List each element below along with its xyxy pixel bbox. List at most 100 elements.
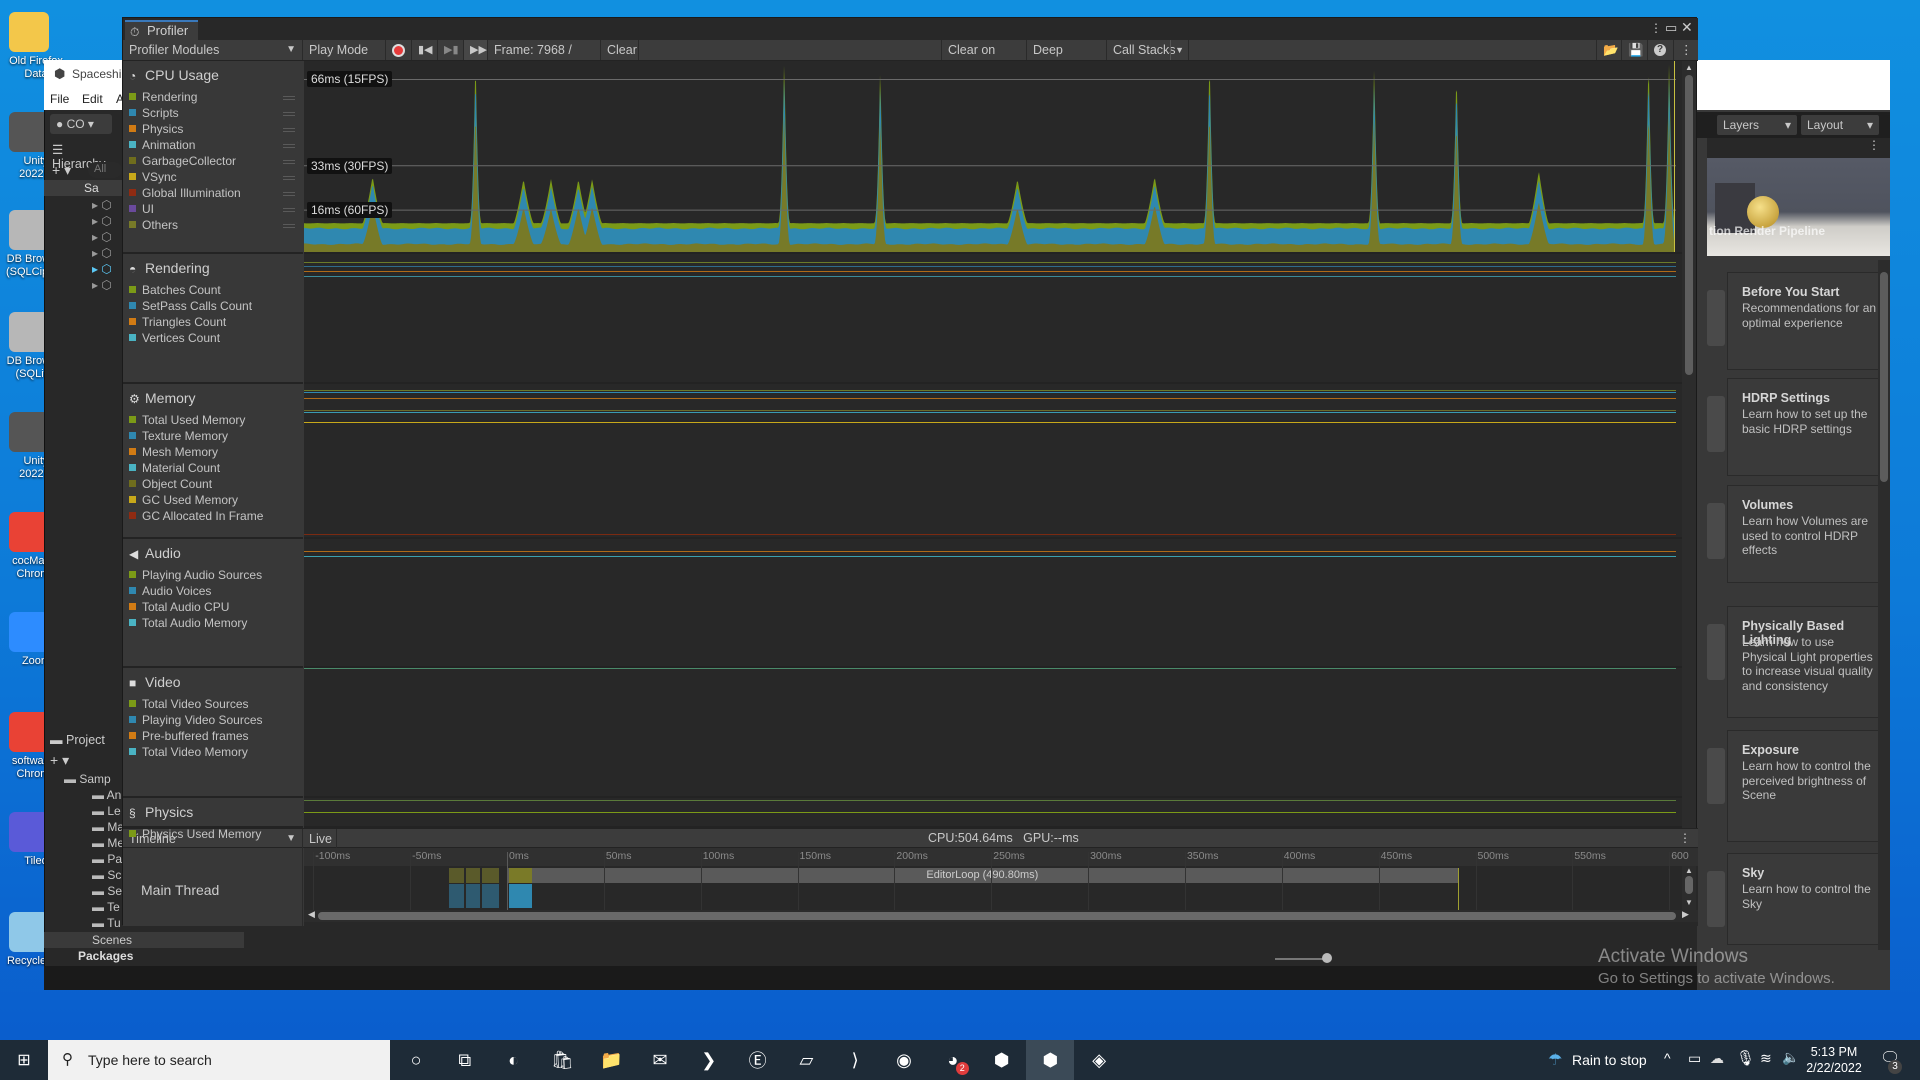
live-toggle[interactable]: Live [303,829,337,849]
profiler-modules-dropdown[interactable]: Profiler Modules ▼ [123,40,303,60]
scroll-left-icon[interactable]: ◀ [308,909,315,920]
project-tab[interactable]: ▬ Project [44,730,122,750]
legend-item[interactable]: Total Video Memory [129,745,248,759]
wifi-icon[interactable]: ≋ [1760,1050,1772,1067]
taskbar-app-firefox[interactable]: ◉ [880,1040,928,1080]
window-more-button[interactable]: ⋮ [1650,21,1662,35]
record-button[interactable] [386,40,412,60]
graph-video[interactable] [304,668,1682,798]
taskbar-app-unity-hub[interactable]: ⬢ [978,1040,1026,1080]
module-audio[interactable]: ◀ Audio Playing Audio Sources Audio Voices T… [123,539,303,668]
legend-item[interactable]: Animation [129,138,295,152]
sample-block[interactable] [481,884,500,908]
legend-item[interactable]: Pre-buffered frames [129,729,249,743]
graph-cpu-usage[interactable]: 66ms (15FPS) 33ms (30FPS) 16ms (60FPS) [304,61,1682,254]
expand-arrow-icon[interactable]: ▸ [92,214,98,228]
legend-item[interactable]: Rendering [129,90,295,104]
next-frame-button[interactable]: ▶▮ [438,40,464,60]
scroll-up-icon[interactable]: ▲ [1685,866,1693,875]
sample-block[interactable] [466,884,480,908]
taskbar-app-unity[interactable]: ⬢ [1026,1040,1075,1080]
legend-item[interactable]: Playing Video Sources [129,713,263,727]
legend-item[interactable]: Global Illumination [129,186,295,200]
legend-item[interactable]: GC Used Memory [129,493,238,507]
weather-text[interactable]: Rain to stop [1572,1052,1647,1068]
panel-more-button[interactable]: ⋮ [1707,138,1890,158]
graph-rendering[interactable] [304,254,1682,384]
clear-on-play-toggle[interactable]: Clear on Play [941,40,1027,77]
taskbar-app-file-explorer[interactable]: 📁 [587,1040,635,1080]
drag-handle-icon[interactable] [283,192,295,196]
tutorial-card[interactable]: Before You Start Recommendations for an o… [1727,272,1882,370]
charts-scrollbar-thumb[interactable] [1685,75,1693,375]
legend-item[interactable]: VSync [129,170,295,184]
expand-arrow-icon[interactable]: ▸ [92,278,98,292]
hierarchy-tab[interactable]: ☰ Hierarchy [48,140,122,171]
legend-item[interactable]: Mesh Memory [129,445,218,459]
module-cpu-usage[interactable]: ◔ CPU Usage Rendering Scripts Physics Animati… [123,61,303,254]
layout-dropdown[interactable]: Layout ▾ [1801,115,1879,135]
expand-arrow-icon[interactable]: ▸ [92,230,98,244]
details-more-button[interactable]: ⋮ [1679,831,1691,845]
save-button[interactable]: 💾 [1622,40,1648,60]
legend-item[interactable]: Total Audio CPU [129,600,229,614]
folder-scenes[interactable]: Scenes [44,932,244,948]
legend-item[interactable]: Total Video Sources [129,697,249,711]
sample-block[interactable] [481,868,500,883]
taskbar-app-store[interactable]: 🛍 [538,1040,586,1080]
project-folder[interactable]: ▬ Samp [64,772,111,786]
taskbar-app-vscode[interactable]: ⟩ [831,1040,879,1080]
project-folder[interactable]: ▬ An [92,788,121,802]
legend-item[interactable]: Physics [129,122,295,136]
taskbar-app-edge[interactable]: ◐ [490,1040,538,1080]
expand-arrow-icon[interactable]: ▸ [92,246,98,260]
zoom-slider-thumb[interactable] [1322,953,1332,963]
profiler-tab[interactable]: ⏱ Profiler [125,20,199,40]
project-folder[interactable]: ▬ Se [92,884,122,898]
graph-physics[interactable] [304,798,1682,828]
play-mode-dropdown[interactable]: Play Mode ▼ [303,40,386,76]
legend-item[interactable]: Audio Voices [129,584,211,598]
microphone-icon[interactable]: 🎙 [1736,1049,1755,1067]
taskbar-app-davinci[interactable]: ◈ [1075,1040,1123,1080]
drag-handle-icon[interactable] [283,224,295,228]
tutorial-card[interactable]: Volumes Learn how Volumes are used to con… [1727,485,1882,583]
legend-item[interactable]: Scripts [129,106,295,120]
deep-profile-toggle[interactable]: Deep Profile [1027,40,1107,77]
main-thread-label[interactable]: Main Thread [141,882,219,898]
expand-arrow-icon[interactable]: ▸ [92,262,98,276]
timeline-vscrollbar[interactable]: ▲ ▼ [1682,866,1696,910]
project-folder[interactable]: ▬ Te [92,900,120,914]
graph-audio[interactable] [304,539,1682,668]
tutorial-card[interactable]: Physically Based Lighting Learn how to us… [1727,606,1882,718]
drag-handle-icon[interactable] [283,96,295,100]
taskbar-app-cortana[interactable]: ○ [392,1040,440,1080]
project-folder[interactable]: ▬ Tu [92,916,121,930]
project-folder[interactable]: ▬ Me [92,836,124,850]
project-folder[interactable]: ▬ Le [92,804,121,818]
legend-item[interactable]: UI [129,202,295,216]
onedrive-error-icon[interactable]: ☁ [1710,1050,1724,1067]
sample-block[interactable] [508,868,533,883]
drag-handle-icon[interactable] [283,144,295,148]
taskbar-search[interactable]: ⚲ Type here to search [48,1040,390,1080]
scroll-right-icon[interactable]: ▶ [1682,909,1689,920]
sample-block[interactable] [466,868,480,883]
folder-packages[interactable]: Packages [44,948,244,964]
window-maximize-button[interactable]: ▭ [1665,20,1677,36]
start-button[interactable]: ⊞ [0,1040,48,1080]
menu-edit[interactable]: Edit [82,92,103,106]
drag-handle-icon[interactable] [283,160,295,164]
module-rendering[interactable]: ◓ Rendering Batches Count SetPass Calls Cou… [123,254,303,384]
menu-file[interactable]: File [50,92,69,106]
module-video[interactable]: ■ Video Total Video Sources Playing Video S… [123,668,303,798]
module-physics[interactable]: § Physics Physics Used Memory [123,798,303,841]
legend-item[interactable]: Material Count [129,461,220,475]
clock[interactable]: 5:13 PM 2/22/2022 [1806,1044,1862,1076]
previous-frame-button[interactable]: ▮◀ [412,40,438,60]
project-folder[interactable]: ▬ Ma [92,820,124,834]
legend-item[interactable]: GC Allocated In Frame [129,509,263,523]
editorloop-sample[interactable]: EditorLoop (490.80ms) [507,868,1458,883]
clear-button[interactable]: Clear [601,40,639,60]
drag-handle-icon[interactable] [283,112,295,116]
